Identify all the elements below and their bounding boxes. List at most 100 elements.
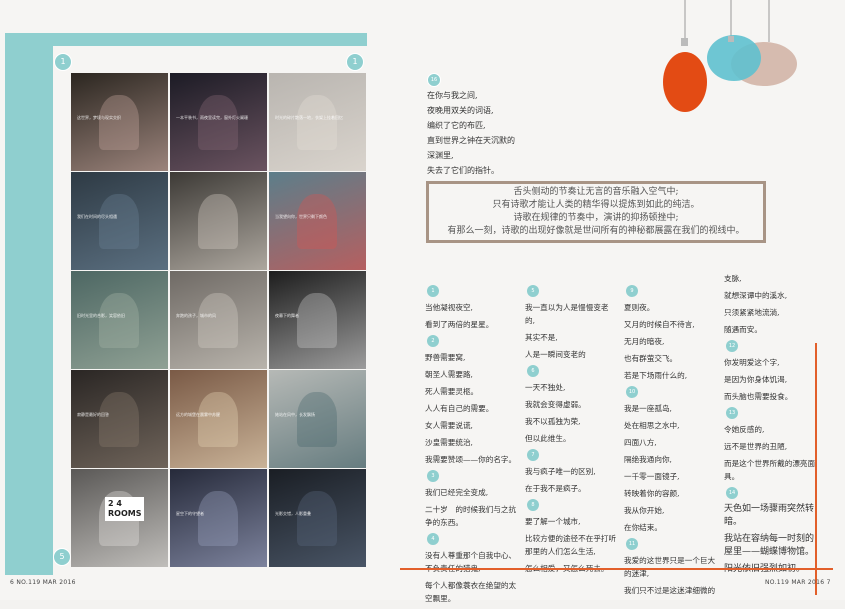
right-footer: NO.119 MAR 2016 7: [765, 579, 831, 586]
photo-subject-shape: [99, 392, 139, 447]
tile-caption: 夜幕下的舞者: [275, 313, 299, 318]
poem-line: 夜晚用双关的词语,: [427, 106, 494, 115]
stanza-number: 5: [527, 285, 539, 297]
photo-subject-shape: [198, 491, 238, 546]
stanza-line: 死人需要灵柩。: [425, 387, 479, 396]
tile-caption: 这世界，梦境与现实交织: [77, 115, 121, 120]
stanza-line: 远不是世界的丑陋,: [724, 442, 788, 451]
stanza-line: 我是一座孤岛,: [624, 404, 672, 413]
stanza-line: 朝圣人需要路,: [425, 370, 473, 379]
stanza-line: 二十岁 的时候我们与之抗争的东西。: [425, 505, 517, 527]
stanza-line: 在于我不是疯子。: [525, 484, 586, 493]
stanza-line: 其实不是,: [525, 333, 558, 342]
photo-tile: 寂静是最好的回答: [71, 370, 168, 468]
photo-subject-shape: [198, 392, 238, 447]
stanza-number: 12: [726, 340, 738, 352]
tile-caption: 星空下的守望者: [176, 511, 204, 516]
photo-tile: 时光的碎片散落一地，衣架上挂着回忆: [269, 73, 366, 171]
quote-line: 有那么一刻，诗歌的出现好像就是世间所有的神秘都展露在我们的视线中。: [447, 226, 745, 236]
stanza-line: 我从你开始,: [624, 506, 665, 515]
stanza-line: 人人有自己的需要。: [425, 404, 494, 413]
stanza-number: 1: [427, 285, 439, 297]
stanza-line: 比较方便的途径不在乎打听那里的人们怎么生活,: [525, 534, 617, 556]
page-marker-top-left: 1: [54, 53, 72, 71]
photo-tile: 星空下的守望者: [170, 469, 267, 567]
tile-caption: 旧时光里的合影，笑容依旧: [77, 313, 125, 318]
photo-tile: 远方的城堡在晨雾中苏醒: [170, 370, 267, 468]
right-footer-issue: NO.119 MAR 2016: [765, 579, 825, 586]
stanza-line: 是因为你身体饥渴,: [724, 375, 788, 384]
stanza-line: 一千零一面镜子,: [624, 472, 680, 481]
stanza-line: 隔绝我通向你,: [624, 455, 672, 464]
photo-subject-shape: [198, 194, 238, 249]
stanza-line: 而是这个世界所戴的漂亮面具。: [724, 459, 816, 481]
stanza-line: 当他凝视夜空,: [425, 303, 473, 312]
photo-subject-shape: [297, 293, 337, 348]
photo-tile: [170, 172, 267, 270]
stanza-line: 沙皇需要统治,: [425, 438, 473, 447]
stanza-line: 四面八方,: [624, 438, 657, 447]
tile-caption: 我们在时间的尽头相遇: [77, 214, 117, 219]
photo-subject-shape: [297, 491, 337, 546]
photo-subject-shape: [99, 95, 139, 150]
stanza-line: 我们已经完全变成,: [425, 488, 489, 497]
stanza-number: 6: [527, 365, 539, 377]
stanza-line: 要了解一个城市,: [525, 517, 581, 526]
tile-caption: 时光的碎片散落一地，衣架上挂着回忆: [275, 115, 343, 120]
stanza-line: 但以此维生。: [525, 434, 571, 443]
stanza-line: 我就会变得虚弱。: [525, 400, 586, 409]
stanza-line: 又月的时候自不待言,: [624, 320, 695, 329]
tile-caption: 她站在风中，长发飘扬: [275, 412, 315, 417]
stanza-number: 4: [427, 533, 439, 545]
column-1: 1 当他凝视夜空, 看到了两倍的星星。 2 野兽需要窝, 朝圣人需要路, 死人需要灵柩。 人人…: [425, 282, 520, 609]
tile-caption: 一本平装书，雨夜里读完，窗外灯火阑珊: [176, 115, 248, 120]
stanza-number: 11: [626, 538, 638, 550]
stanza-line: 而头脑也需要投食。: [724, 392, 793, 401]
teal-frame-left: [5, 33, 53, 575]
stanza-line: 支脉,: [724, 274, 742, 283]
stanza-line: 每个人都像蓑衣在绝望的太空飘里。: [425, 581, 517, 603]
orange-accent-vertical: [815, 343, 817, 595]
poem-line: 失去了它们的指针。: [427, 166, 499, 175]
stanza-line: 人是一瞬间变老的: [525, 350, 586, 359]
stanza-line: 在你结束。: [624, 523, 662, 532]
stanza-line: 也有群萤交飞。: [624, 354, 678, 363]
photo-tile: 旧时光里的合影，笑容依旧: [71, 271, 168, 369]
photo-tile: 我们在时间的尽头相遇: [71, 172, 168, 270]
tile-sign-line: ROOMS: [108, 509, 142, 518]
stanza-line: 我一直以为人是慢慢变老的,: [525, 303, 609, 325]
photo-subject-shape: [297, 194, 337, 249]
photo-subject-shape: [99, 194, 139, 249]
stanza-line: 若是下场雨什么的,: [624, 371, 688, 380]
pendant-lamps-illustration: [663, 0, 797, 112]
stanza-line: 野兽需要窝,: [425, 353, 466, 362]
stanza-line: 就想深谭中的溪水,: [724, 291, 788, 300]
photo-tile: 一本平装书，雨夜里读完，窗外灯火阑珊: [170, 73, 267, 171]
stanza-number: 10: [626, 386, 638, 398]
orange-accent-horizontal: [400, 568, 833, 570]
tile-sign-line: 2 4: [108, 499, 122, 508]
poem-line: 在你与我之间,: [427, 91, 478, 100]
photo-tile: 2 4 ROOMS: [71, 469, 168, 567]
stanza-line: 转映着你的容颜,: [624, 489, 680, 498]
photo-tile: 当我望向你，世界只剩下颜色: [269, 172, 366, 270]
right-page-number: 7: [826, 579, 831, 586]
photo-subject-shape: [297, 392, 337, 447]
stanza-line: 处在相思之水中,: [624, 421, 680, 430]
page-marker-bottom: 5: [53, 548, 71, 566]
poem-line: 深渊里,: [427, 151, 454, 160]
stanza-line: 令她反感的,: [724, 425, 765, 434]
photo-tile: 奔跑的孩子，城市的风: [170, 271, 267, 369]
stanza-number: 13: [726, 407, 738, 419]
quote-box: 舌头侧动的节奏让无言的音乐融入空气中; 只有诗歌才能让人类的精华得以提炼到如此的纯…: [426, 181, 766, 243]
stanza-line: 只须紧紧地流淌,: [724, 308, 780, 317]
photo-subject-shape: [198, 95, 238, 150]
stanza-number: 3: [427, 470, 439, 482]
photo-subject-shape: [297, 95, 337, 150]
column-2: 5 我一直以为人是慢慢变老的, 其实不是, 人是一瞬间变老的 6 一天不独处, 我就会变得虚…: [525, 282, 617, 579]
stanza-number: 8: [527, 499, 539, 511]
photo-tile: 她站在风中，长发飘扬: [269, 370, 366, 468]
poem-line: 编织了它的布匹,: [427, 121, 486, 130]
stanza-line: 我们只不过是这迷津细微的: [624, 586, 716, 595]
column-4: 支脉, 就想深谭中的溪水, 只须紧紧地流淌, 随遇而安。 12 你发明爱这个字, 是因为你身…: [724, 272, 816, 580]
